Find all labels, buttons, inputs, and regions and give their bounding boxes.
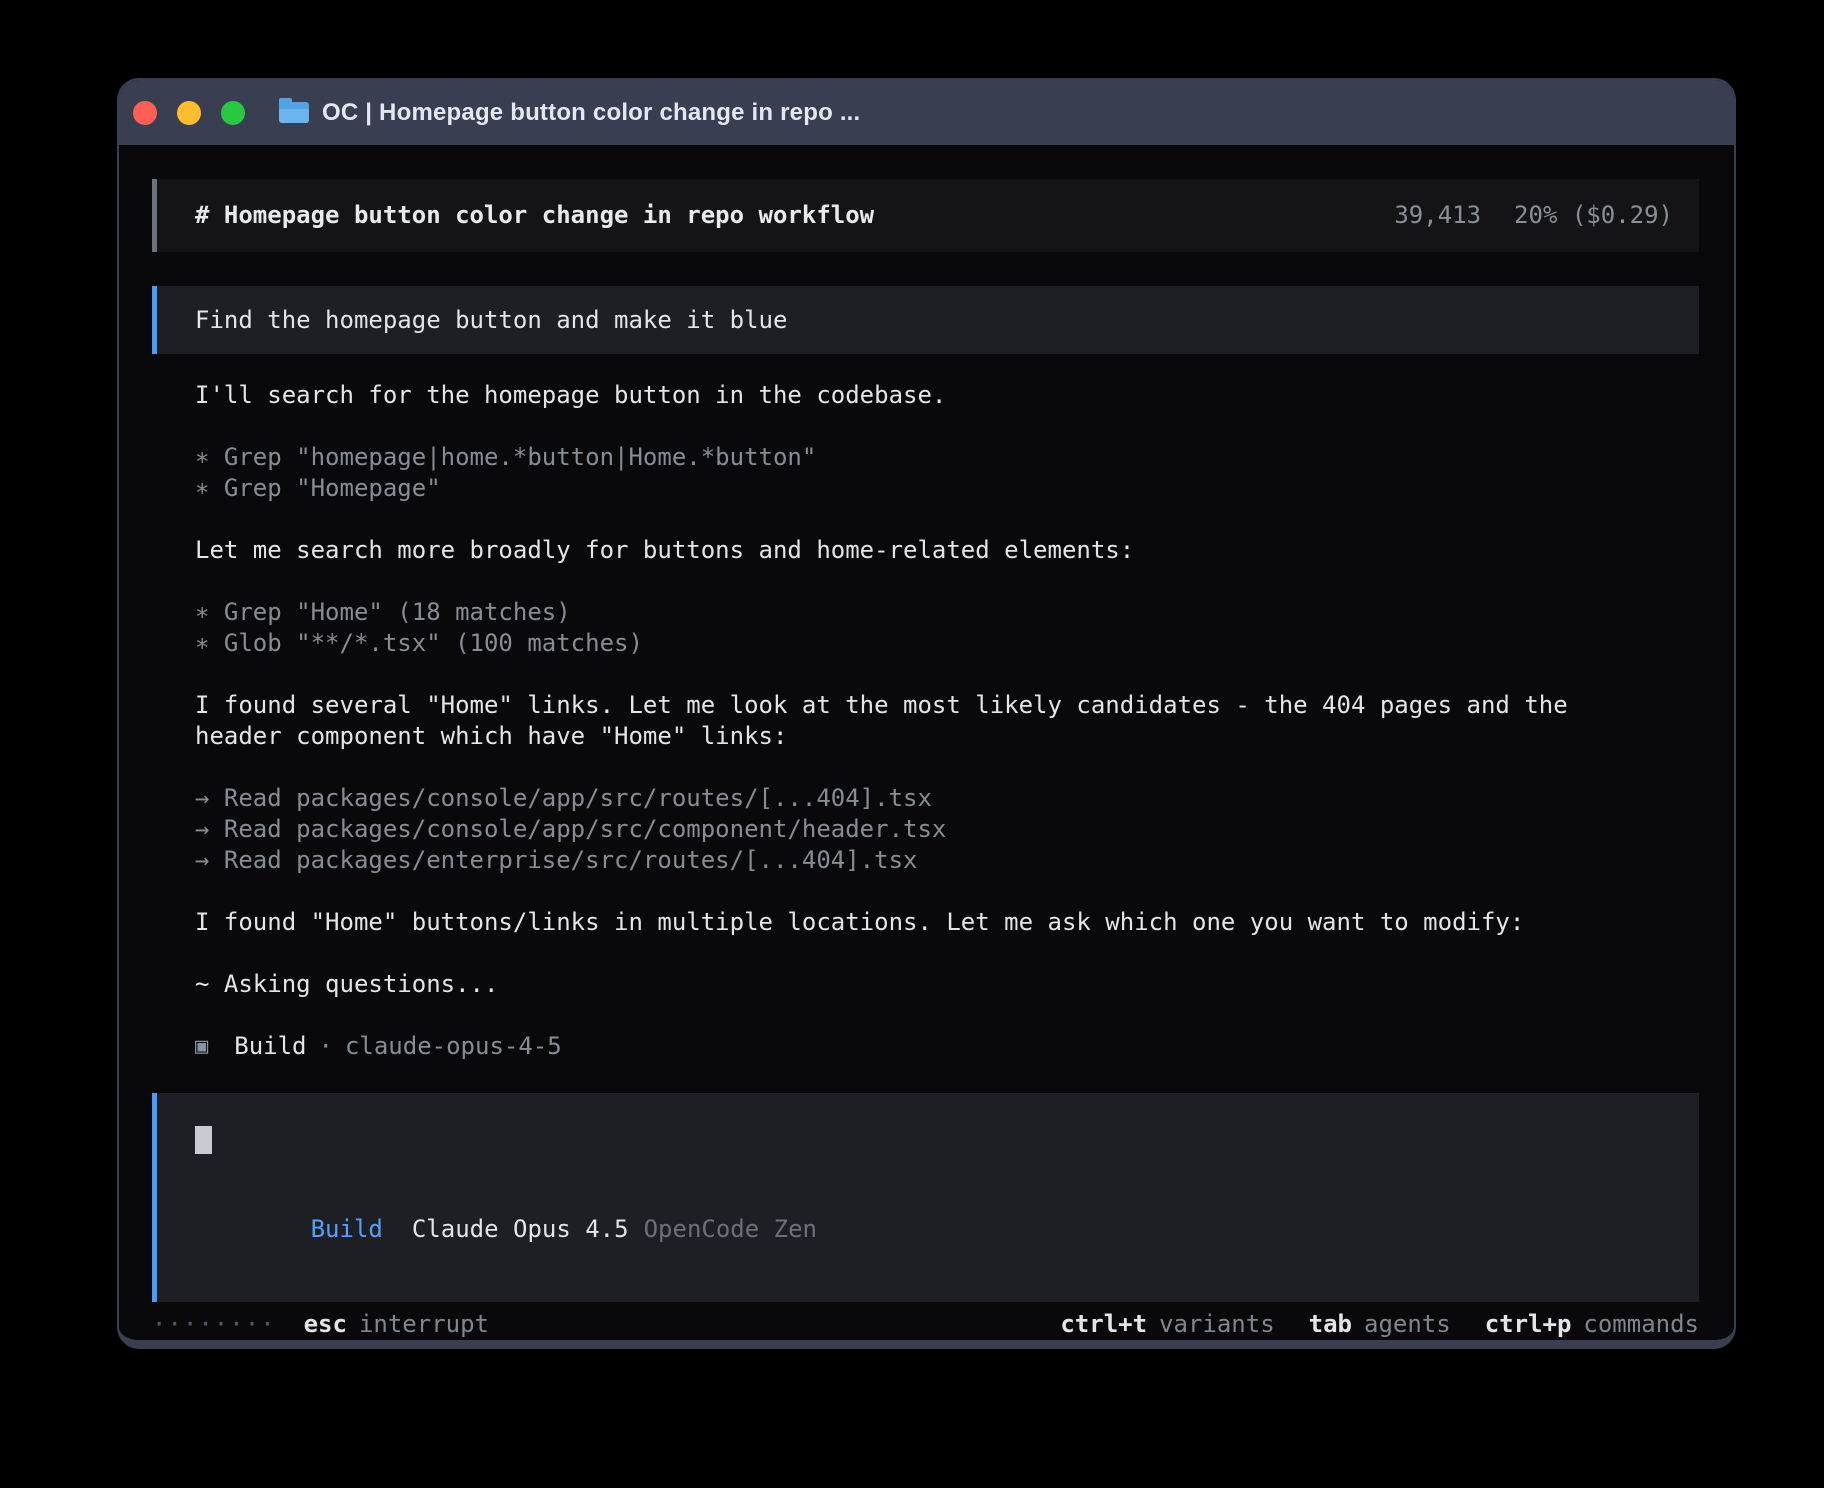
minimize-button[interactable] [177, 101, 201, 125]
shortcut-variants: ctrl+t variants [1060, 1310, 1274, 1338]
assistant-text: header component which have "Home" links… [195, 721, 1699, 752]
assistant-text: Let me search more broadly for buttons a… [195, 535, 1699, 566]
assistant-paragraph: ~ Asking questions... [195, 969, 1699, 1000]
file-read-group: → Read packages/console/app/src/routes/[… [195, 783, 1699, 876]
tool-call-group: ∗ Grep "homepage|home.*button|Home.*butt… [195, 442, 1699, 504]
assistant-text: I found several "Home" links. Let me loo… [195, 690, 1699, 721]
agent-icon: ▣ [195, 1031, 208, 1062]
esc-key-label: interrupt [359, 1310, 489, 1338]
esc-key-hint: esc [304, 1310, 347, 1338]
file-read: → Read packages/console/app/src/componen… [195, 814, 1699, 845]
assistant-output: I'll search for the homepage button in t… [152, 380, 1699, 1093]
shortcut-agents: tab agents [1309, 1310, 1451, 1338]
folder-icon [279, 102, 309, 123]
window-title: OC | Homepage button color change in rep… [322, 99, 860, 127]
ctrl-t-key: ctrl+t [1060, 1310, 1147, 1338]
file-read: → Read packages/console/app/src/routes/[… [195, 783, 1699, 814]
status-bar-right: ctrl+t variants tab agents ctrl+p comman… [1060, 1310, 1699, 1338]
token-count: 39,413 [1394, 201, 1481, 229]
active-agent-label[interactable]: Build [311, 1215, 383, 1243]
prompt-input[interactable]: Build Claude Opus 4.5 OpenCode Zen [152, 1093, 1699, 1302]
agent-status-line: ▣ Build · claude-opus-4-5 [195, 1031, 1699, 1062]
assistant-paragraph: I found several "Home" links. Let me loo… [195, 690, 1699, 752]
tab-key: tab [1309, 1310, 1352, 1338]
spinner-dots: ········ [152, 1310, 276, 1338]
ctrl-p-key: ctrl+p [1485, 1310, 1572, 1338]
separator-dot: · [319, 1031, 333, 1062]
text-cursor [195, 1126, 212, 1154]
close-button[interactable] [133, 101, 157, 125]
model-provider-label: OpenCode Zen [644, 1215, 817, 1243]
terminal-window: OC | Homepage button color change in rep… [117, 78, 1736, 1349]
tool-call-grep: ∗ Grep "homepage|home.*button|Home.*butt… [195, 442, 1699, 473]
agent-model: claude-opus-4-5 [345, 1031, 562, 1062]
user-message: Find the homepage button and make it blu… [152, 286, 1699, 354]
variants-label: variants [1159, 1310, 1275, 1338]
shortcut-commands: ctrl+p commands [1485, 1310, 1699, 1338]
session-title: # Homepage button color change in repo w… [195, 201, 874, 229]
assistant-paragraph: Let me search more broadly for buttons a… [195, 535, 1699, 566]
traffic-lights [133, 101, 245, 125]
agent-name: Build [234, 1031, 306, 1062]
session-stats: 39,413 20% ($0.29) [1394, 201, 1673, 229]
zoom-button[interactable] [221, 101, 245, 125]
asking-questions-status: ~ Asking questions... [195, 969, 1699, 1000]
tool-call-grep: ∗ Grep "Home" (18 matches) [195, 597, 1699, 628]
titlebar[interactable]: OC | Homepage button color change in rep… [119, 80, 1734, 145]
input-footer: Build Claude Opus 4.5 OpenCode Zen [195, 1183, 1673, 1276]
file-read: → Read packages/enterprise/src/routes/[.… [195, 845, 1699, 876]
status-bar-left: ········ esc interrupt [152, 1310, 489, 1338]
context-usage: 20% ($0.29) [1514, 201, 1673, 229]
assistant-paragraph: I found "Home" buttons/links in multiple… [195, 907, 1699, 938]
agents-label: agents [1364, 1310, 1451, 1338]
assistant-text: I found "Home" buttons/links in multiple… [195, 907, 1699, 938]
session-header: # Homepage button color change in repo w… [152, 179, 1699, 252]
tool-call-grep: ∗ Grep "Homepage" [195, 473, 1699, 504]
assistant-text: I'll search for the homepage button in t… [195, 380, 1699, 411]
terminal-content: # Homepage button color change in repo w… [119, 145, 1734, 1340]
active-model-label[interactable]: Claude Opus 4.5 [412, 1215, 629, 1243]
user-message-text: Find the homepage button and make it blu… [195, 306, 787, 334]
commands-label: commands [1583, 1310, 1699, 1338]
tool-call-group: ∗ Grep "Home" (18 matches) ∗ Glob "**/*.… [195, 597, 1699, 659]
tool-call-glob: ∗ Glob "**/*.tsx" (100 matches) [195, 628, 1699, 659]
status-bar: ········ esc interrupt ctrl+t variants t… [152, 1308, 1699, 1340]
assistant-paragraph: I'll search for the homepage button in t… [195, 380, 1699, 411]
